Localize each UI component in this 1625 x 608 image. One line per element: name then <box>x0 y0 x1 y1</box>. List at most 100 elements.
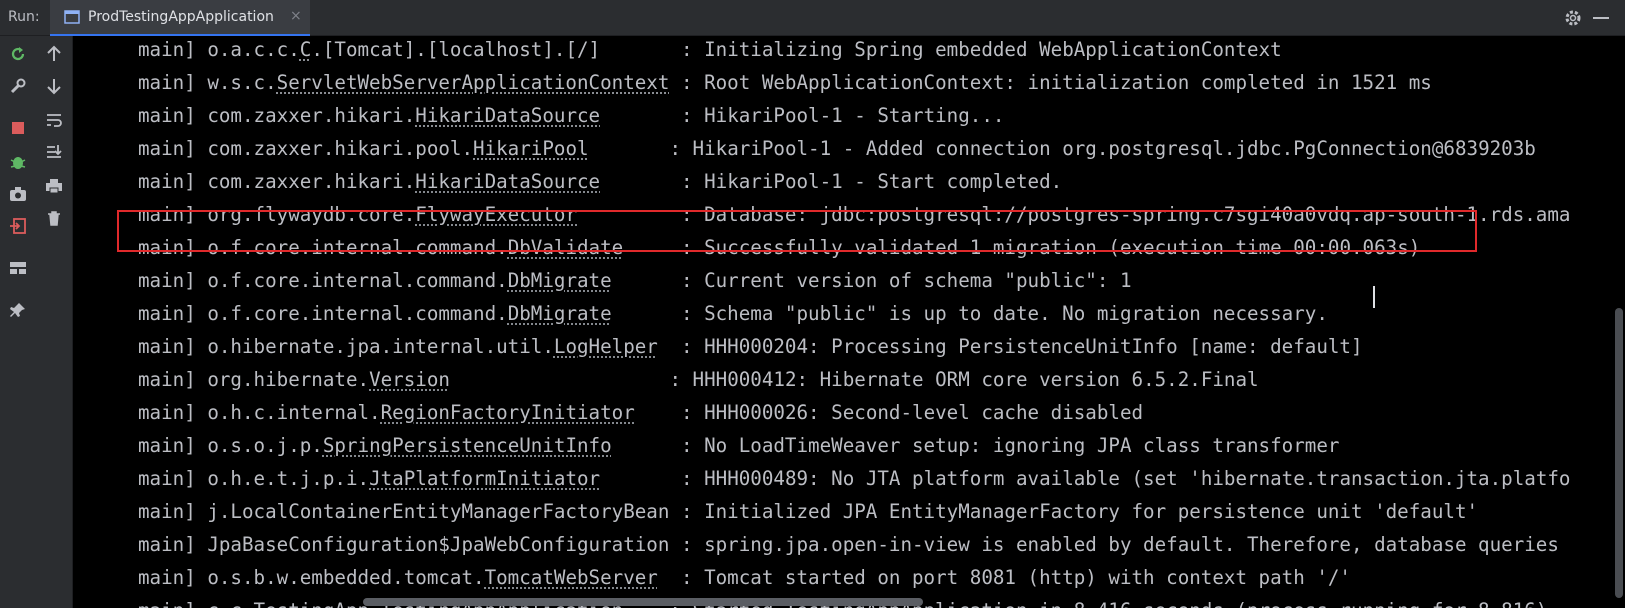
log-thread: main] <box>138 335 196 358</box>
print-icon[interactable] <box>44 176 64 196</box>
log-thread: main] <box>138 71 196 94</box>
log-line: main] w.s.c.ServletWebServerApplicationC… <box>138 66 1570 99</box>
log-thread: main] <box>138 434 196 457</box>
log-thread: main] <box>138 269 196 292</box>
log-logger-prefix: org.hibernate. <box>207 368 370 391</box>
log-logger-pad <box>635 401 681 424</box>
log-logger-prefix: j.LocalContainerEntityManagerFactoryBean <box>207 500 670 523</box>
log-message: : HikariPool-1 - Start completed. <box>680 170 1063 193</box>
close-tab-icon[interactable]: × <box>290 8 302 24</box>
log-message: : HHH000489: No JTA platform available (… <box>680 467 1571 490</box>
log-logger-class: LogHelper <box>553 335 658 358</box>
log-line: main] o.s.o.j.p.SpringPersistenceUnitInf… <box>138 429 1570 462</box>
minimize-icon[interactable] <box>1593 17 1609 19</box>
wrench-icon[interactable] <box>8 76 28 96</box>
log-logger-pad <box>450 368 670 391</box>
rerun-icon[interactable] <box>8 44 28 64</box>
log-logger-prefix: o.a.c.c. <box>207 38 300 61</box>
log-message: : HHH000412: Hibernate ORM core version … <box>669 368 1259 391</box>
log-logger-class: HikariPool <box>473 137 589 160</box>
run-label: Run: <box>8 9 40 25</box>
log-line: main] com.zaxxer.hikari.HikariDataSource… <box>138 99 1570 132</box>
console-output[interactable]: main] o.a.c.c.C.[Tomcat].[localhost].[/]… <box>73 36 1625 608</box>
log-message: : Initialized JPA EntityManagerFactory f… <box>680 500 1479 523</box>
up-arrow-icon[interactable] <box>44 44 64 64</box>
log-logger-prefix: w.s.c. <box>207 71 277 94</box>
log-logger-class: JtaPlatformInitiator <box>369 467 601 490</box>
log-line: main] j.LocalContainerEntityManagerFacto… <box>138 495 1570 528</box>
trash-icon[interactable] <box>44 208 64 228</box>
log-thread: main] <box>138 533 196 556</box>
log-message: : Current version of schema "public": 1 <box>680 269 1132 292</box>
log-line: main] com.zaxxer.hikari.pool.HikariPool … <box>138 132 1570 165</box>
log-logger-pad <box>658 335 681 358</box>
log-logger-class: SpringPersistenceUnitInfo <box>322 434 612 457</box>
log-thread: main] <box>138 104 196 127</box>
log-logger-prefix: o.s.o.j.p. <box>207 434 323 457</box>
log-thread: main] <box>138 500 196 523</box>
gear-icon[interactable] <box>1563 8 1583 28</box>
log-logger-prefix: c.c.TestingApp. <box>207 599 380 608</box>
log-message: : spring.jpa.open-in-view is enabled by … <box>680 533 1559 556</box>
log-logger-pad <box>658 566 681 589</box>
log-logger-class: DbMigrate <box>507 269 612 292</box>
soft-wrap-icon[interactable] <box>44 110 64 130</box>
log-message: : Schema "public" is up to date. No migr… <box>680 302 1328 325</box>
log-thread: main] <box>138 368 196 391</box>
log-logger-class: RegionFactoryInitiator <box>380 401 635 424</box>
log-logger-prefix: com.zaxxer.hikari. <box>207 104 416 127</box>
log-line: main] o.f.core.internal.command.DbMigrat… <box>138 297 1570 330</box>
log-logger-prefix: com.zaxxer.hikari.pool. <box>207 137 474 160</box>
log-message: : HikariPool-1 - Starting... <box>680 104 1005 127</box>
log-line: main] o.a.c.c.C.[Tomcat].[localhost].[/]… <box>138 36 1570 66</box>
log-lines: main] o.a.c.c.C.[Tomcat].[localhost].[/]… <box>138 36 1570 608</box>
log-logger-pad <box>612 302 681 325</box>
log-line: main] JpaBaseConfiguration$JpaWebConfigu… <box>138 528 1570 561</box>
log-logger-pad <box>612 269 681 292</box>
log-logger-prefix: JpaBaseConfiguration$JpaWebConfiguration <box>207 533 670 556</box>
log-line: main] com.zaxxer.hikari.HikariDataSource… <box>138 165 1570 198</box>
log-logger-pad: .[Tomcat].[localhost].[/] <box>311 38 681 61</box>
log-logger-prefix: o.h.c.internal. <box>207 401 381 424</box>
pin-icon[interactable] <box>8 300 28 320</box>
debug-icon[interactable] <box>8 152 28 172</box>
log-message: : Initializing Spring embedded WebApplic… <box>680 38 1282 61</box>
exit-icon[interactable] <box>8 216 28 236</box>
log-logger-prefix: o.hibernate.jpa.internal.util. <box>207 335 554 358</box>
horizontal-scrollbar[interactable] <box>363 598 923 606</box>
log-logger-prefix: com.zaxxer.hikari. <box>207 170 416 193</box>
log-logger-class: DbMigrate <box>507 302 612 325</box>
log-logger-class: TomcatWebServer <box>484 566 658 589</box>
log-thread: main] <box>138 137 196 160</box>
log-logger-class: HikariDataSource <box>415 104 601 127</box>
log-logger-pad <box>600 104 681 127</box>
log-logger-class: C <box>299 38 312 61</box>
log-logger-class: ServletWebServerApplicationContext <box>276 71 670 94</box>
log-message: : HHH000026: Second-level cache disabled <box>680 401 1144 424</box>
log-logger-class: Version <box>369 368 450 391</box>
tab-label: ProdTestingAppApplication <box>88 9 274 25</box>
log-thread: main] <box>138 599 196 608</box>
run-toolbar <box>0 36 73 608</box>
camera-icon[interactable] <box>8 184 28 204</box>
log-logger-pad <box>669 500 681 523</box>
log-logger-class: HikariDataSource <box>415 170 601 193</box>
scroll-to-end-icon[interactable] <box>44 142 64 162</box>
log-line: main] o.s.b.w.embedded.tomcat.TomcatWebS… <box>138 561 1570 594</box>
log-logger-prefix: o.f.core.internal.command. <box>207 302 508 325</box>
tab-prod-testing-app[interactable]: ProdTestingAppApplication × <box>50 0 310 36</box>
log-line: main] o.h.e.t.j.p.i.JtaPlatformInitiator… <box>138 462 1570 495</box>
down-arrow-icon[interactable] <box>44 76 64 96</box>
log-message: : No LoadTimeWeaver setup: ignoring JPA … <box>680 434 1340 457</box>
stop-icon[interactable] <box>8 118 28 138</box>
log-logger-pad <box>669 533 681 556</box>
log-logger-pad <box>612 434 681 457</box>
log-thread: main] <box>138 302 196 325</box>
vertical-scrollbar[interactable] <box>1615 308 1623 598</box>
log-message: : HikariPool-1 - Added connection org.po… <box>669 137 1536 160</box>
log-thread: main] <box>138 38 196 61</box>
layout-icon[interactable] <box>8 258 28 278</box>
log-message: : HHH000204: Processing PersistenceUnitI… <box>680 335 1363 358</box>
log-thread: main] <box>138 401 196 424</box>
application-icon <box>64 10 80 24</box>
